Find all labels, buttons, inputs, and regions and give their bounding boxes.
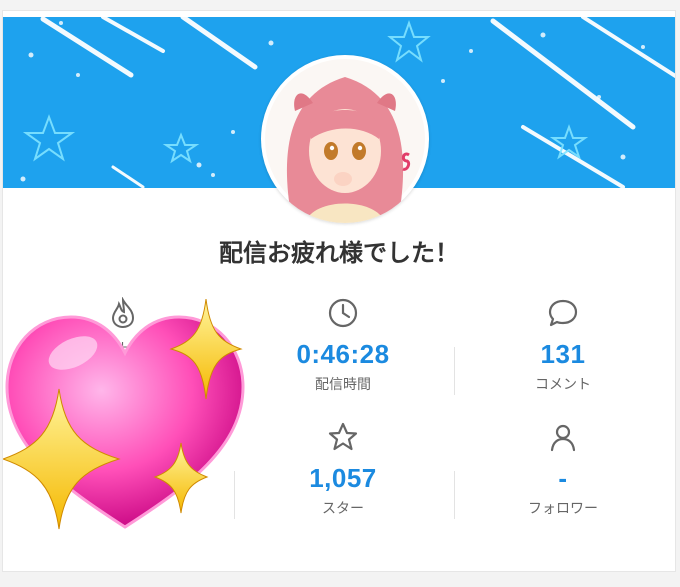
- stat-value: -: [558, 463, 568, 493]
- stat-value: 0:46:28: [296, 339, 390, 369]
- stat-comments: 131 コメント: [453, 297, 673, 394]
- comment-icon: [453, 297, 673, 331]
- stat-value: 1,057: [309, 463, 377, 493]
- stat-label: 配信時間: [315, 377, 371, 393]
- stat-label: コメント: [535, 377, 591, 393]
- stat-followers: - フォロワー: [453, 421, 673, 518]
- stat-label: スター: [322, 501, 364, 517]
- page-title: 配信お疲れ様でした！: [219, 239, 459, 267]
- stat-value: 131: [540, 339, 586, 369]
- stat-broadcast-time: 0:46:28 配信時間: [233, 297, 453, 394]
- bottom-strip: [0, 572, 680, 587]
- stat-stars: 1,057 スター: [233, 421, 453, 518]
- avatar: [261, 55, 429, 223]
- star-outline-icon: [233, 421, 453, 455]
- sparkling-heart-sticker: [3, 298, 245, 530]
- divider: [454, 471, 455, 519]
- stream-summary-card: 配信お疲れ様でした！ 盛り上がり 0:46:28 配信時間 131 コメント 1…: [2, 10, 676, 572]
- stat-label: フォロワー: [528, 501, 598, 517]
- divider: [454, 347, 455, 395]
- clock-icon: [233, 297, 453, 331]
- user-icon: [453, 421, 673, 455]
